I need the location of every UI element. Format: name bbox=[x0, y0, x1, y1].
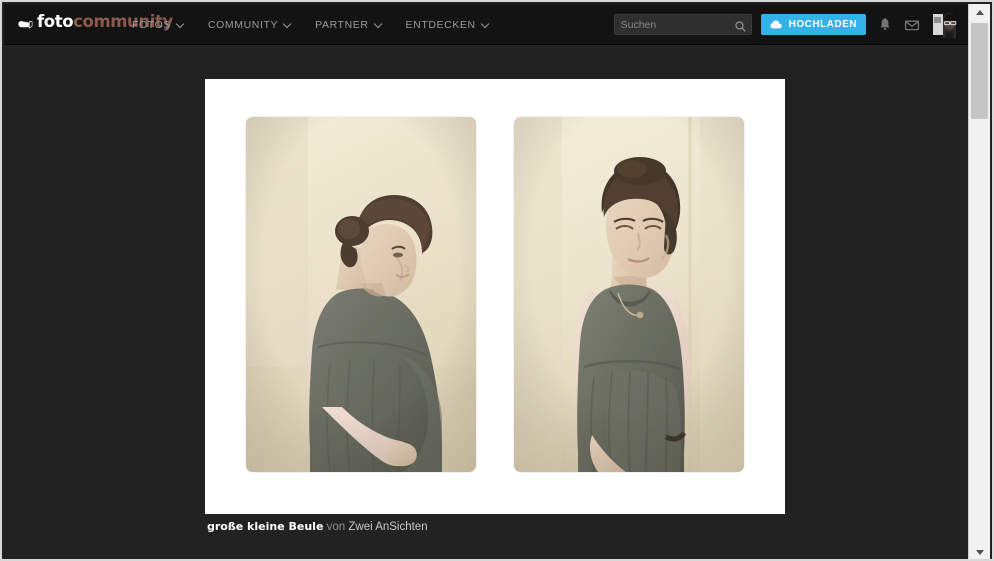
page-content: große kleine Beule von Zwei AnSichten bbox=[4, 45, 972, 559]
chevron-down-icon bbox=[375, 21, 382, 28]
photo-author[interactable]: Zwei AnSichten bbox=[348, 521, 427, 533]
photo-right[interactable] bbox=[514, 117, 744, 472]
envelope-icon[interactable] bbox=[904, 17, 920, 33]
arrow-up-glyph bbox=[975, 10, 984, 15]
nav-item-partner[interactable]: PARTNER bbox=[315, 19, 381, 31]
photo-caption: große kleine Beule von Zwei AnSichten bbox=[207, 520, 428, 535]
search-box[interactable] bbox=[613, 14, 752, 35]
nav-item-fotos[interactable]: FOTOS bbox=[132, 19, 184, 31]
bell-icon[interactable] bbox=[877, 17, 893, 33]
search-input[interactable] bbox=[614, 15, 733, 34]
photo-left[interactable] bbox=[246, 117, 476, 472]
nav-item-label: COMMUNITY bbox=[207, 18, 279, 31]
logo-text-foto: foto bbox=[37, 12, 74, 31]
camera-icon bbox=[18, 17, 33, 29]
user-avatar[interactable] bbox=[931, 11, 958, 38]
browser-window: foto community FOTOS COMMUNITY PARTNER EN… bbox=[0, 0, 994, 561]
header-actions: HOCHLADEN bbox=[613, 4, 958, 45]
upload-button-label: HOCHLADEN bbox=[788, 19, 857, 30]
search-icon[interactable] bbox=[734, 19, 746, 32]
nav-item-label: ENTDECKEN bbox=[405, 18, 476, 31]
page-viewport: foto community FOTOS COMMUNITY PARTNER EN… bbox=[4, 4, 972, 559]
chevron-down-icon bbox=[177, 21, 184, 28]
nav-item-community[interactable]: COMMUNITY bbox=[208, 19, 291, 31]
cloud-upload-icon bbox=[770, 20, 783, 29]
photo-row bbox=[246, 117, 744, 472]
caption-by-word: von bbox=[326, 521, 346, 533]
nav-item-label: PARTNER bbox=[315, 18, 369, 31]
nav-item-label: FOTOS bbox=[132, 18, 171, 31]
chevron-down-icon bbox=[284, 21, 291, 28]
site-header: foto community FOTOS COMMUNITY PARTNER EN… bbox=[4, 4, 972, 45]
vertical-scrollbar[interactable] bbox=[968, 4, 990, 559]
arrow-down-glyph bbox=[975, 550, 984, 555]
photo-title[interactable]: große kleine Beule bbox=[207, 520, 323, 533]
scroll-down-arrow-icon[interactable] bbox=[969, 544, 990, 559]
upload-button[interactable]: HOCHLADEN bbox=[760, 14, 866, 35]
nav-item-entdecken[interactable]: ENTDECKEN bbox=[406, 19, 489, 31]
photo-panel bbox=[205, 79, 785, 514]
main-navigation: FOTOS COMMUNITY PARTNER ENTDECKEN bbox=[132, 4, 513, 45]
chevron-down-icon bbox=[482, 21, 489, 28]
scrollbar-thumb[interactable] bbox=[971, 23, 988, 119]
scroll-up-arrow-icon[interactable] bbox=[969, 4, 990, 21]
